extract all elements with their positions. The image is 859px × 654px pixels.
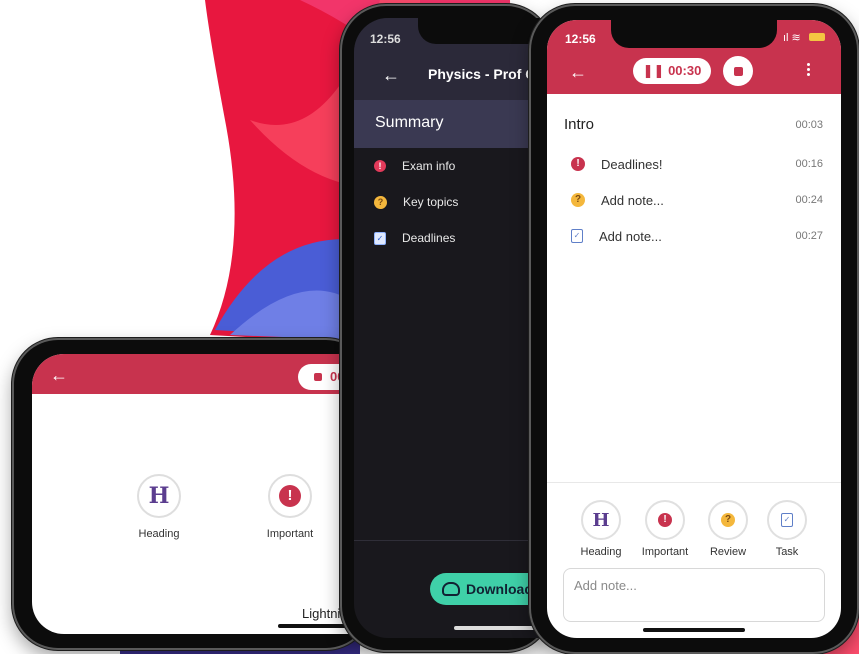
heading-icon: H	[592, 509, 610, 531]
summary-item-label: Exam info	[402, 159, 456, 173]
important-button[interactable]: !	[268, 474, 312, 518]
stop-button[interactable]	[723, 56, 753, 86]
back-arrow-icon[interactable]: ←	[569, 63, 587, 81]
summary-item-label: Deadlines	[402, 231, 456, 245]
more-options-icon[interactable]	[807, 63, 811, 78]
heading-button[interactable]: H	[581, 500, 621, 540]
heading-label: Heading	[138, 528, 180, 540]
thinking-emoji-icon: ?	[721, 513, 735, 527]
task-icon: ✓	[571, 229, 583, 243]
home-indicator	[643, 628, 745, 632]
notch	[611, 20, 777, 48]
back-arrow-icon[interactable]: ←	[382, 66, 400, 84]
task-icon: ✓	[374, 231, 386, 245]
important-icon: !	[571, 157, 585, 171]
review-button[interactable]: ?	[708, 500, 748, 540]
intro-timestamp: 00:03	[795, 119, 823, 131]
summary-title: Summary	[375, 114, 444, 131]
note-item-task[interactable]: ✓ Add note...	[571, 227, 662, 245]
note-label: Add note...	[599, 228, 662, 244]
task-icon: ✓	[781, 513, 793, 527]
note-label: Add note...	[601, 192, 664, 208]
important-label: Important	[641, 546, 689, 558]
battery-icon	[809, 33, 825, 41]
summary-item-deadlines[interactable]: ✓ Deadlines	[374, 228, 455, 248]
cloud-download-icon	[442, 582, 460, 596]
recording-timer-pill[interactable]: ❚❚ 00:30	[633, 58, 711, 84]
thinking-emoji-icon: ?	[571, 193, 585, 207]
page-title: Physics - Prof C	[428, 66, 536, 82]
landscape-phone: ← 00 H Heading ! Important ϟ Lightning	[12, 338, 372, 650]
note-timestamp: 00:24	[795, 194, 823, 206]
note-item-review[interactable]: ? Add note...	[571, 191, 664, 209]
pause-icon: ❚❚	[642, 63, 665, 78]
timer-text: 00:30	[668, 63, 702, 78]
stop-icon	[733, 66, 743, 76]
important-icon: !	[658, 513, 672, 527]
note-timestamp: 00:16	[795, 158, 823, 170]
summary-screen: 12:56 ← Physics - Prof C Summary ! Exam …	[354, 18, 552, 638]
intro-heading[interactable]: Intro	[564, 116, 594, 133]
important-button[interactable]: !	[645, 500, 685, 540]
recording-screen: 12:56 ıl ≋ ← ❚❚ 00:30 Intro 00:03 ! Dead…	[547, 20, 841, 638]
heading-button[interactable]: H	[137, 474, 181, 518]
divider	[547, 482, 841, 483]
important-icon: !	[374, 160, 386, 172]
note-timestamp: 00:27	[795, 230, 823, 242]
landscape-screen: ← 00 H Heading ! Important ϟ Lightning	[32, 354, 372, 634]
summary-item-label: Key topics	[403, 195, 459, 209]
summary-item-key-topics[interactable]: ? Key topics	[374, 192, 458, 212]
divider	[354, 540, 552, 541]
note-input[interactable]: Add note...	[563, 568, 825, 622]
note-label: Deadlines!	[601, 156, 663, 172]
heading-icon: H	[148, 483, 170, 509]
thinking-emoji-icon: ?	[374, 195, 387, 209]
important-icon: !	[279, 485, 301, 507]
signal-wifi-icon: ıl ≋	[783, 32, 801, 44]
stop-icon	[314, 373, 322, 381]
task-label: Task	[775, 546, 799, 558]
important-label: Important	[266, 528, 314, 540]
summary-item-exam-info[interactable]: ! Exam info	[374, 156, 455, 176]
status-time: 12:56	[565, 32, 596, 46]
task-button[interactable]: ✓	[767, 500, 807, 540]
recording-phone: 12:56 ıl ≋ ← ❚❚ 00:30 Intro 00:03 ! Dead…	[529, 4, 859, 654]
summary-phone: 12:56 ← Physics - Prof C Summary ! Exam …	[340, 4, 552, 652]
status-time: 12:56	[370, 32, 401, 46]
heading-label: Heading	[580, 546, 622, 558]
note-item-deadlines[interactable]: ! Deadlines!	[571, 155, 662, 173]
download-label: Download	[466, 581, 533, 597]
back-arrow-icon[interactable]: ←	[50, 366, 68, 384]
